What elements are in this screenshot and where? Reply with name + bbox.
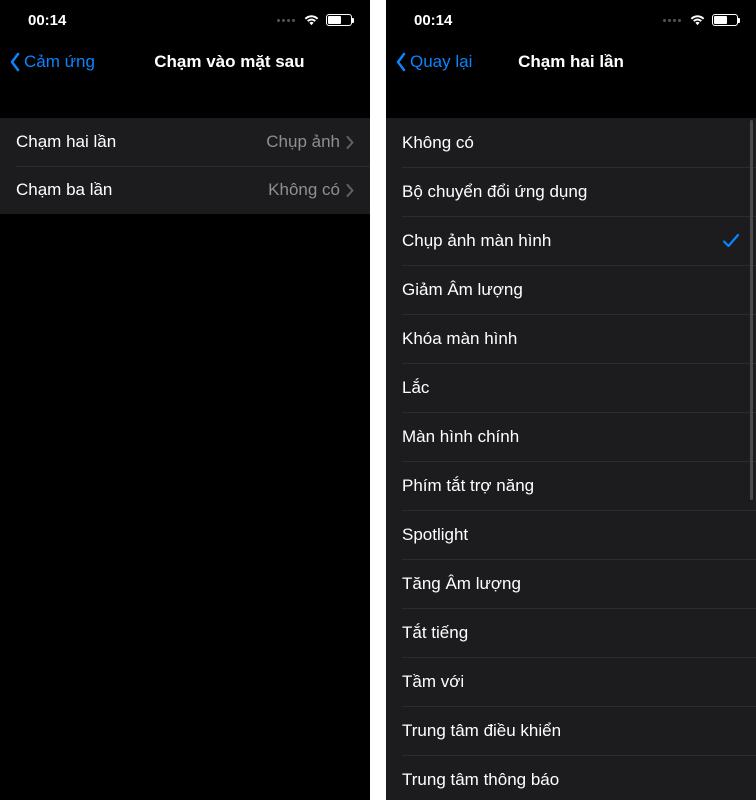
content-area: Chạm hai lầnChụp ảnhChạm ba lầnKhông có xyxy=(0,84,370,800)
option-label: Không có xyxy=(402,133,740,153)
status-right xyxy=(277,14,352,26)
scrollbar[interactable] xyxy=(750,120,753,500)
option-label: Giảm Âm lượng xyxy=(402,280,740,300)
option-row[interactable]: Spotlight xyxy=(386,510,756,559)
chevron-right-icon xyxy=(346,184,354,197)
option-label: Màn hình chính xyxy=(402,427,740,447)
back-button[interactable]: Quay lại xyxy=(394,52,472,72)
option-label: Tắt tiếng xyxy=(402,623,740,643)
option-label: Tầm với xyxy=(402,672,740,692)
settings-row[interactable]: Chạm hai lầnChụp ảnh xyxy=(0,118,370,166)
row-value: Chụp ảnh xyxy=(266,132,340,152)
status-time: 00:14 xyxy=(414,12,452,29)
status-right xyxy=(663,14,738,26)
phone-left: 00:14 Cảm ứng Chạm vào mặt sau Chạm hai … xyxy=(0,0,370,800)
page-title: Chạm vào mặt sau xyxy=(154,52,304,72)
page-title: Chạm hai lần xyxy=(518,52,624,72)
wifi-icon xyxy=(689,14,706,26)
nav-bar: Cảm ứng Chạm vào mặt sau xyxy=(0,40,370,84)
row-label: Chạm hai lần xyxy=(16,132,266,152)
option-label: Trung tâm điều khiển xyxy=(402,721,740,741)
signal-dots-icon xyxy=(663,19,681,22)
option-label: Khóa màn hình xyxy=(402,329,740,349)
option-label: Trung tâm thông báo xyxy=(402,770,740,790)
signal-dots-icon xyxy=(277,19,295,22)
check-icon xyxy=(722,232,740,250)
settings-row[interactable]: Chạm ba lầnKhông có xyxy=(0,166,370,214)
option-row[interactable]: Trung tâm thông báo xyxy=(386,755,756,800)
option-label: Spotlight xyxy=(402,525,740,545)
option-row[interactable]: Trung tâm điều khiển xyxy=(386,706,756,755)
settings-list: Chạm hai lầnChụp ảnhChạm ba lầnKhông có xyxy=(0,118,370,214)
chevron-left-icon xyxy=(8,52,22,72)
option-row[interactable]: Tầm với xyxy=(386,657,756,706)
option-label: Chụp ảnh màn hình xyxy=(402,231,722,251)
option-row[interactable]: Tắt tiếng xyxy=(386,608,756,657)
status-bar: 00:14 xyxy=(0,0,370,40)
row-value: Không có xyxy=(268,180,340,200)
chevron-right-icon xyxy=(346,136,354,149)
nav-bar: Quay lại Chạm hai lần xyxy=(386,40,756,84)
option-row[interactable]: Giảm Âm lượng xyxy=(386,265,756,314)
chevron-left-icon xyxy=(394,52,408,72)
option-row[interactable]: Màn hình chính xyxy=(386,412,756,461)
option-row[interactable]: Tăng Âm lượng xyxy=(386,559,756,608)
back-button[interactable]: Cảm ứng xyxy=(8,52,95,72)
status-bar: 00:14 xyxy=(386,0,756,40)
option-row[interactable]: Khóa màn hình xyxy=(386,314,756,363)
status-time: 00:14 xyxy=(28,12,66,29)
option-row[interactable]: Lắc xyxy=(386,363,756,412)
options-list: Không có Bộ chuyển đổi ứng dụng Chụp ảnh m… xyxy=(386,118,756,800)
back-label: Quay lại xyxy=(410,52,472,72)
content-area: Không có Bộ chuyển đổi ứng dụng Chụp ảnh m… xyxy=(386,84,756,800)
phone-right: 00:14 Quay lại Chạm hai lần Không có Bộ c… xyxy=(386,0,756,800)
wifi-icon xyxy=(303,14,320,26)
option-label: Bộ chuyển đổi ứng dụng xyxy=(402,182,740,202)
option-row[interactable]: Bộ chuyển đổi ứng dụng xyxy=(386,167,756,216)
option-row[interactable]: Chụp ảnh màn hình xyxy=(386,216,756,265)
back-label: Cảm ứng xyxy=(24,52,95,72)
battery-icon xyxy=(712,14,738,26)
battery-icon xyxy=(326,14,352,26)
row-label: Chạm ba lần xyxy=(16,180,268,200)
option-label: Phím tắt trợ năng xyxy=(402,476,740,496)
option-row[interactable]: Không có xyxy=(386,118,756,167)
option-label: Tăng Âm lượng xyxy=(402,574,740,594)
option-label: Lắc xyxy=(402,378,740,398)
option-row[interactable]: Phím tắt trợ năng xyxy=(386,461,756,510)
